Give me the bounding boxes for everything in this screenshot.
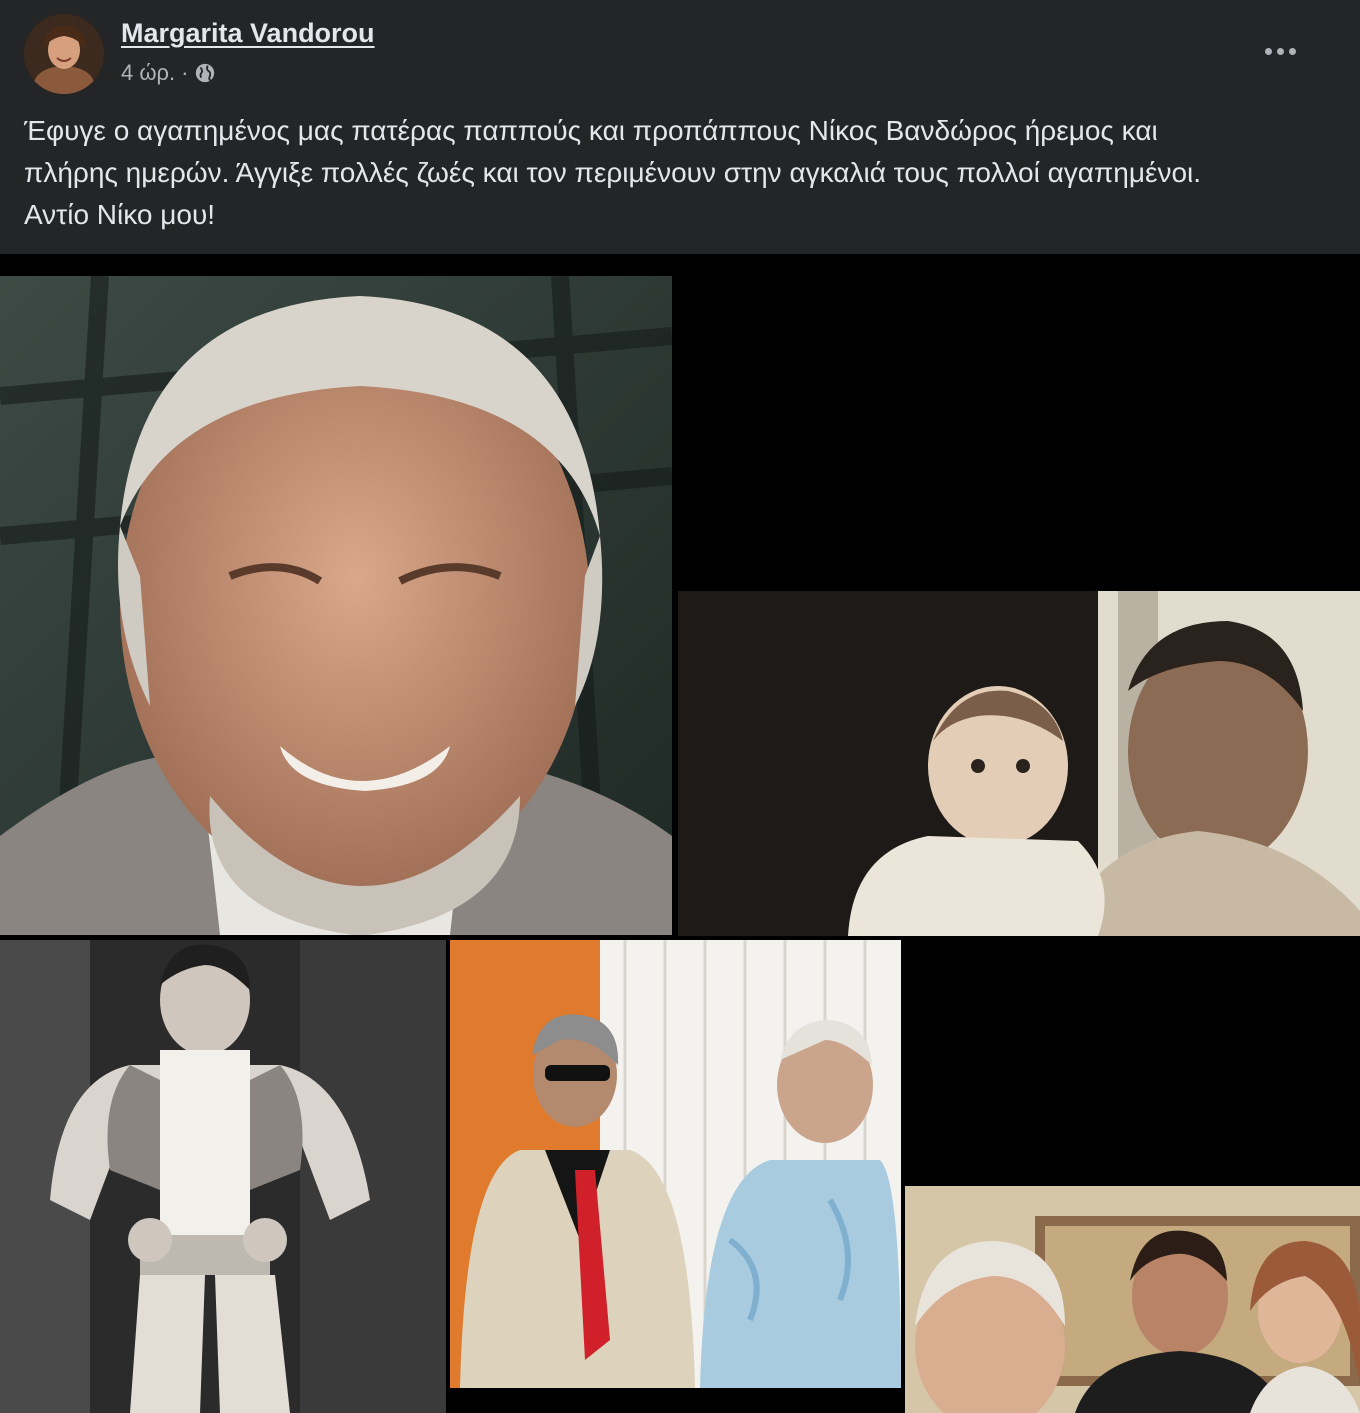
- photo-blank-area: [678, 256, 1360, 589]
- post-text-line: πλήρης ημερών. Άγγιξε πολλές ζωές και το…: [24, 157, 1202, 188]
- photo-man-holding-baby[interactable]: [678, 591, 1360, 936]
- author-name-link[interactable]: Margarita Vandorou: [121, 18, 375, 49]
- photo-matador-costume[interactable]: [0, 940, 446, 1413]
- globe-icon[interactable]: [194, 62, 216, 84]
- photo-older-man-smiling[interactable]: [0, 276, 672, 935]
- more-horizontal-icon: [1264, 47, 1272, 55]
- post-text: Έφυγε ο αγαπημένος μας πατέρας παππούς κ…: [24, 110, 1324, 236]
- post-text-line: Έφυγε ο αγαπημένος μας πατέρας παππούς κ…: [24, 115, 1158, 146]
- meta-separator: ·: [181, 60, 189, 85]
- photo-blank-area-bottom: [905, 940, 1360, 1183]
- photo-family-group[interactable]: [905, 1186, 1360, 1413]
- photo-two-men-standing[interactable]: [450, 940, 901, 1388]
- post-text-line: Αντίο Νίκο μου!: [24, 199, 216, 230]
- post-timestamp[interactable]: 4 ώρ.: [121, 60, 175, 86]
- more-options-button[interactable]: [1260, 36, 1300, 66]
- post-meta: 4 ώρ. ·: [121, 60, 216, 86]
- author-avatar[interactable]: [24, 14, 104, 94]
- post-header: Margarita Vandorou 4 ώρ. ·: [0, 0, 1360, 100]
- photo-collage[interactable]: [0, 254, 1360, 1413]
